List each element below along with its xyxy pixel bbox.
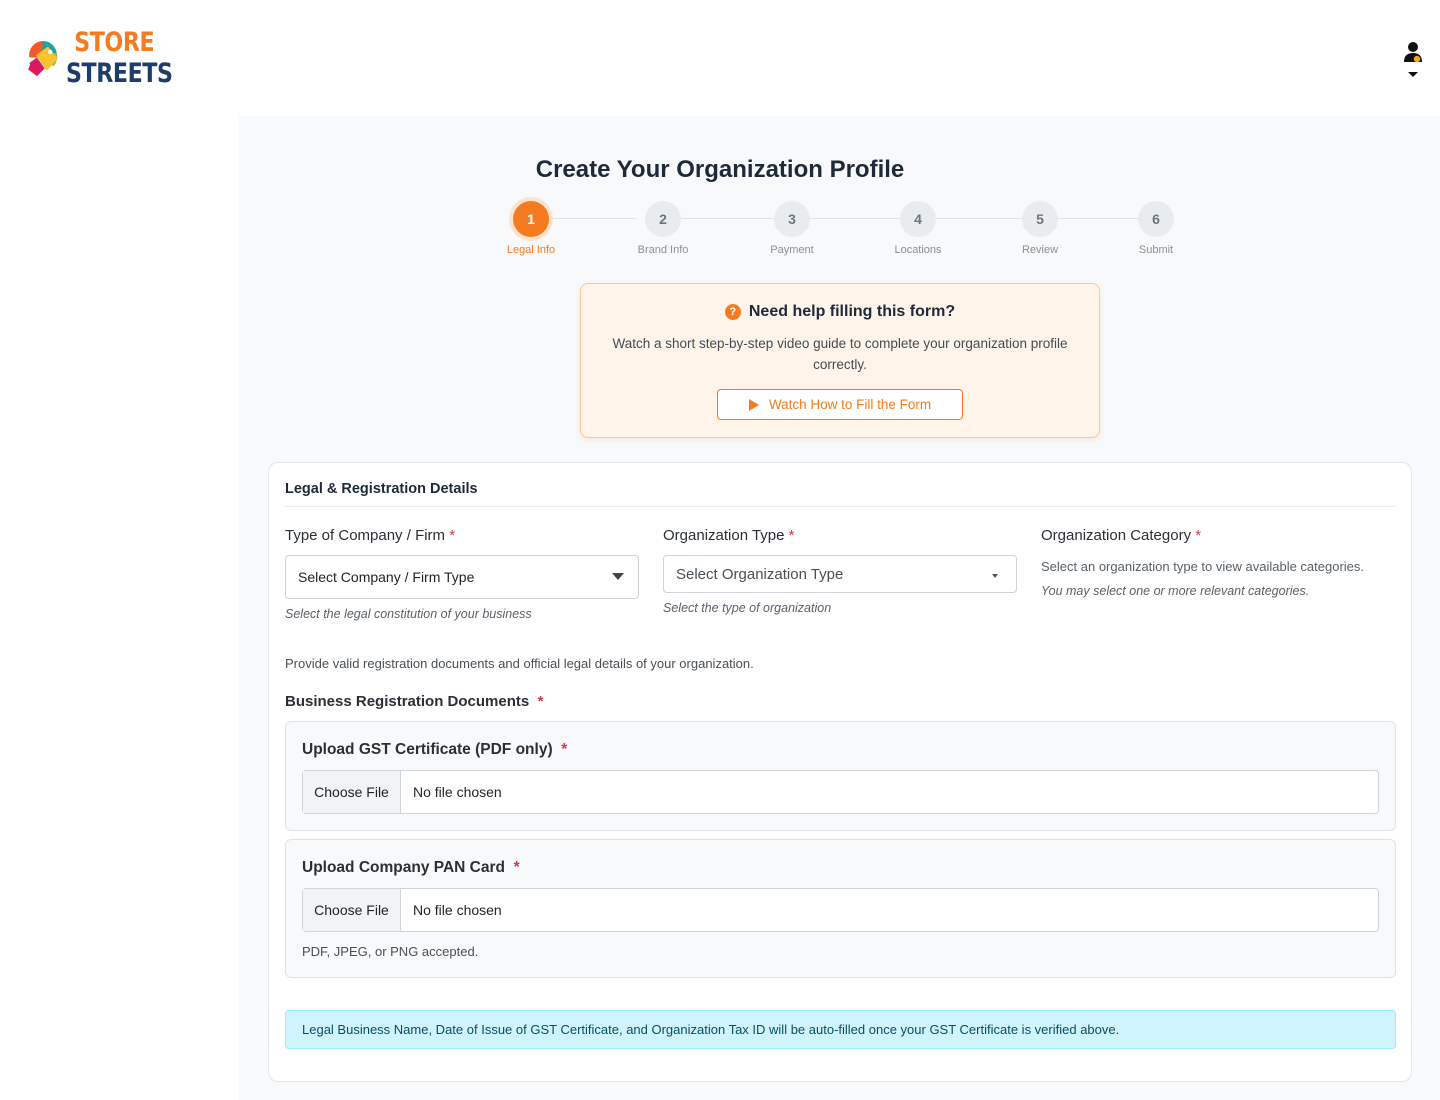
step-number: 6 [1138,201,1174,237]
step-brand-info[interactable]: 2 Brand Info [623,201,703,256]
play-icon [748,398,759,411]
watch-video-button[interactable]: Watch How to Fill the Form [717,389,963,420]
pan-upload-label: Upload Company PAN Card * [302,859,520,877]
pan-file-input[interactable]: Choose File No file chosen [302,888,1379,932]
step-label: Legal Info [506,244,556,256]
user-menu-button[interactable] [1398,38,1428,80]
logo-wordmark: STORE STREETS [66,27,173,89]
autofill-info-alert: Legal Business Name, Date of Issue of GS… [285,1010,1396,1049]
pan-file-status: No file chosen [413,902,502,918]
step-number: 5 [1022,201,1058,237]
legal-details-card: Legal & Registration Details Type of Com… [268,462,1412,1082]
pan-upload-label-text: Upload Company PAN Card [302,859,505,876]
company-type-label-text: Type of Company / Firm [285,527,446,544]
caret-down-icon [612,573,624,580]
step-payment[interactable]: 3 Payment [752,201,832,256]
section-divider [285,506,1396,507]
company-type-select[interactable]: Select Company / Firm Type [285,555,639,599]
company-type-hint: Select the legal constitution of your bu… [285,607,532,621]
step-label: Payment [770,244,814,256]
step-number: 2 [645,201,681,237]
org-category-label-text: Organization Category [1041,527,1192,544]
help-description: Watch a short step-by-step video guide t… [612,336,1068,372]
required-mark: * [513,859,520,876]
org-category-placeholder: Select an organization type to view avai… [1041,559,1365,574]
org-type-label: Organization Type * [663,527,794,544]
caret-down-icon [992,574,998,578]
required-mark: * [1195,527,1202,544]
org-category-label: Organization Category * [1041,527,1201,544]
store-streets-logo[interactable]: STORE STREETS [26,22,196,94]
help-title-text: Need help filling this form? [748,303,956,320]
org-type-label-text: Organization Type [663,527,785,544]
step-review[interactable]: 5 Review [1000,201,1080,256]
step-label: Locations [894,244,942,256]
step-legal-info[interactable]: 1 Legal Info [491,201,571,256]
user-icon [1404,42,1422,77]
required-mark: * [561,741,568,758]
top-bar: STORE STREETS [0,0,1440,116]
logo-mark-icon [28,40,58,77]
gst-file-status: No file chosen [413,784,502,800]
step-label: Review [1021,244,1059,256]
section-title: Legal & Registration Details [285,481,478,497]
page-title: Create Your Organization Profile [535,156,905,183]
required-mark: * [788,527,795,544]
watch-video-label: Watch How to Fill the Form [768,397,932,412]
help-card: ? Need help filling this form? Watch a s… [580,283,1100,438]
documents-heading: Business Registration Documents * [285,693,543,710]
org-type-value: Select Organization Type [676,565,844,583]
required-mark: * [537,693,544,710]
step-number: 4 [900,201,936,237]
step-label: Submit [1138,244,1174,256]
question-circle-icon: ? [724,304,741,320]
documents-intro: Provide valid registration documents and… [285,656,754,671]
step-locations[interactable]: 4 Locations [878,201,958,256]
gst-upload-label: Upload GST Certificate (PDF only) * [302,741,567,759]
gst-file-input[interactable]: Choose File No file chosen [302,770,1379,814]
gst-upload-label-text: Upload GST Certificate (PDF only) [302,741,553,758]
org-category-hint: You may select one or more relevant cate… [1041,584,1310,598]
gst-upload-box: Upload GST Certificate (PDF only) * Choo… [285,721,1396,831]
autofill-info-text: Legal Business Name, Date of Issue of GS… [302,1022,1120,1037]
pan-accepted-formats: PDF, JPEG, or PNG accepted. [302,944,479,959]
gst-choose-file-button[interactable]: Choose File [303,771,401,813]
step-submit[interactable]: 6 Submit [1116,201,1196,256]
company-type-label: Type of Company / Firm * [285,527,455,544]
documents-heading-text: Business Registration Documents [285,693,530,710]
pan-choose-file-button[interactable]: Choose File [303,889,401,931]
step-number: 1 [513,201,549,237]
required-mark: * [449,527,456,544]
company-type-value: Select Company / Firm Type [298,569,475,585]
caret-down-icon [1408,72,1418,77]
pan-upload-box: Upload Company PAN Card * Choose File No… [285,839,1396,978]
step-number: 3 [774,201,810,237]
step-label: Brand Info [637,244,689,256]
org-type-hint: Select the type of organization [663,601,832,615]
org-type-select[interactable]: Select Organization Type [663,555,1017,593]
help-title: ? Need help filling this form? [581,303,1099,321]
